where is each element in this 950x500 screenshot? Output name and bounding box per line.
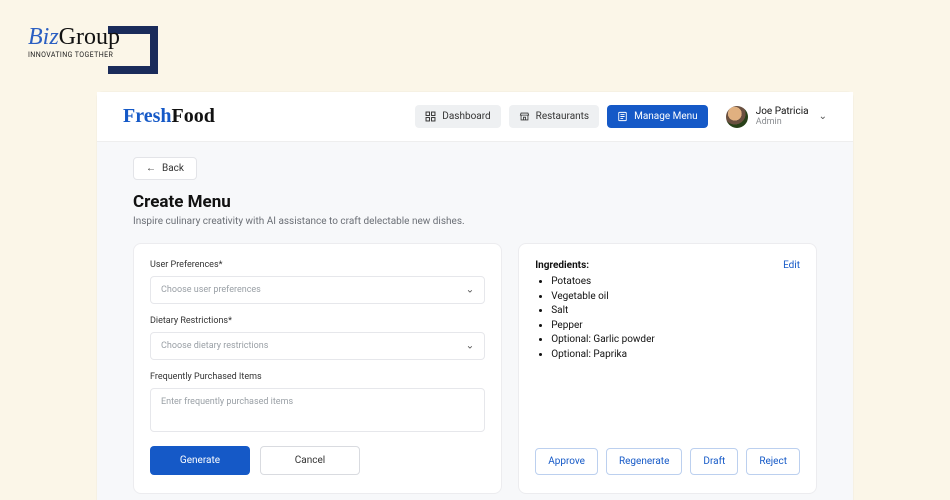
user-pref-label: User Preferences* [150,260,485,270]
nav-dashboard-label: Dashboard [442,111,490,122]
freq-input[interactable]: Enter frequently purchased items [150,388,485,432]
app-logo-fresh: Fresh [123,105,172,127]
list-item: Optional: Paprika [551,348,800,363]
generate-button[interactable]: Generate [150,446,250,475]
user-name: Joe Patricia [756,106,809,117]
chevron-down-icon: ⌄ [466,285,474,296]
diet-placeholder: Choose dietary restrictions [161,341,268,351]
list-item: Optional: Garlic powder [551,333,800,348]
ingredients-title: Ingredients: [535,260,589,271]
chevron-down-icon: ⌄ [819,111,827,122]
outer-brand-biz: Biz [28,24,59,50]
outer-brand-tagline: INNOVATING TOGETHER [28,51,120,59]
avatar [726,106,748,128]
app-logo: FreshFood [123,105,215,128]
diet-label: Dietary Restrictions* [150,316,485,326]
approve-button[interactable]: Approve [535,448,598,475]
draft-button[interactable]: Draft [690,448,738,475]
freq-label: Frequently Purchased Items [150,372,485,382]
list-item: Vegetable oil [551,290,800,305]
outer-brand-group: Group [59,24,120,50]
regenerate-button[interactable]: Regenerate [606,448,682,475]
nav-restaurants-label: Restaurants [536,111,589,122]
ingredients-list: Potatoes Vegetable oil Salt Pepper Optio… [535,275,800,362]
cancel-button[interactable]: Cancel [260,446,360,475]
topbar: FreshFood Dashboard Restaurants Manage M… [97,92,853,142]
menu-icon [617,111,628,122]
page-content: ← Back Create Menu Inspire culinary crea… [97,142,853,494]
user-pref-placeholder: Choose user preferences [161,285,261,295]
freq-placeholder: Enter frequently purchased items [161,397,293,407]
result-card: Ingredients: Edit Potatoes Vegetable oil… [518,243,817,494]
diet-select[interactable]: Choose dietary restrictions ⌄ [150,332,485,360]
list-item: Salt [551,304,800,319]
app-shell: FreshFood Dashboard Restaurants Manage M… [97,92,853,500]
nav-restaurants[interactable]: Restaurants [509,105,599,128]
reject-button[interactable]: Reject [746,448,800,475]
back-label: Back [162,163,184,174]
nav-manage-menu[interactable]: Manage Menu [607,105,708,128]
form-card: User Preferences* Choose user preference… [133,243,502,494]
page-title: Create Menu [133,192,817,212]
edit-link[interactable]: Edit [783,260,800,271]
store-icon [519,111,530,122]
dashboard-icon [425,111,436,122]
list-item: Pepper [551,319,800,334]
back-button[interactable]: ← Back [133,157,197,180]
list-item: Potatoes [551,275,800,290]
app-logo-food: Food [172,105,215,127]
page-subtitle: Inspire culinary creativity with AI assi… [133,216,817,227]
nav-dashboard[interactable]: Dashboard [415,105,500,128]
user-pref-select[interactable]: Choose user preferences ⌄ [150,276,485,304]
chevron-down-icon: ⌄ [466,341,474,352]
arrow-left-icon: ← [146,163,156,174]
outer-brand-logo: BizGroup INNOVATING TOGETHER [28,24,120,59]
user-role: Admin [756,117,809,127]
user-menu[interactable]: Joe Patricia Admin ⌄ [726,106,827,128]
nav-manage-menu-label: Manage Menu [634,111,698,122]
